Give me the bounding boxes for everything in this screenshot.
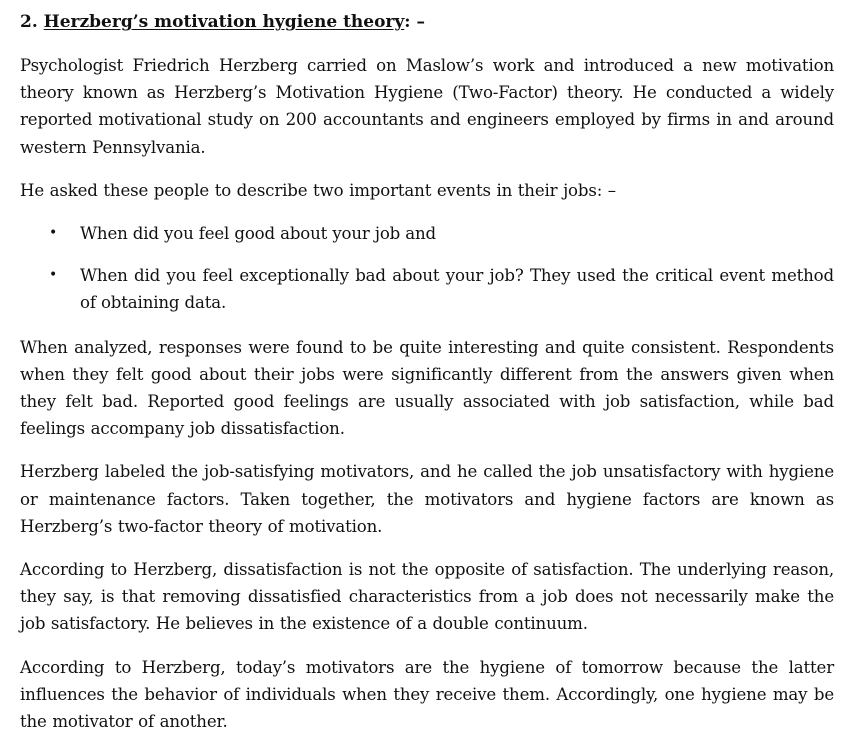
section-title-suffix: : – xyxy=(404,12,425,32)
section-number: 2. xyxy=(20,12,38,32)
section-title: Herzberg’s motivation hygiene theory xyxy=(43,12,405,32)
list-item-text: When did you feel exceptionally bad abou… xyxy=(80,266,834,313)
document-page: 2. Herzberg’s motivation hygiene theory:… xyxy=(20,9,834,751)
paragraph-analysis: When analyzed, responses were found to b… xyxy=(20,337,834,439)
paragraph-labels: Herzberg labeled the job-satisfying moti… xyxy=(20,462,834,536)
list-item: • When did you feel good about your job … xyxy=(20,220,834,247)
paragraph-dissatisfaction: According to Herzberg, dissatisfaction i… xyxy=(20,560,834,634)
list-item-text: When did you feel good about your job an… xyxy=(80,224,437,244)
section-heading: 2. Herzberg’s motivation hygiene theory:… xyxy=(20,9,834,35)
paragraph-motivators: According to Herzberg, today’s motivator… xyxy=(20,657,834,732)
list-item: • When did you feel exceptionally bad ab… xyxy=(20,262,834,316)
bullet-icon: • xyxy=(49,225,58,242)
paragraph-intro: Psychologist Friedrich Herzberg carried … xyxy=(20,56,834,157)
bullet-icon: • xyxy=(49,267,58,284)
paragraph-question-lead: He asked these people to describe two im… xyxy=(20,180,616,200)
bullet-list: • When did you feel good about your job … xyxy=(20,220,834,317)
